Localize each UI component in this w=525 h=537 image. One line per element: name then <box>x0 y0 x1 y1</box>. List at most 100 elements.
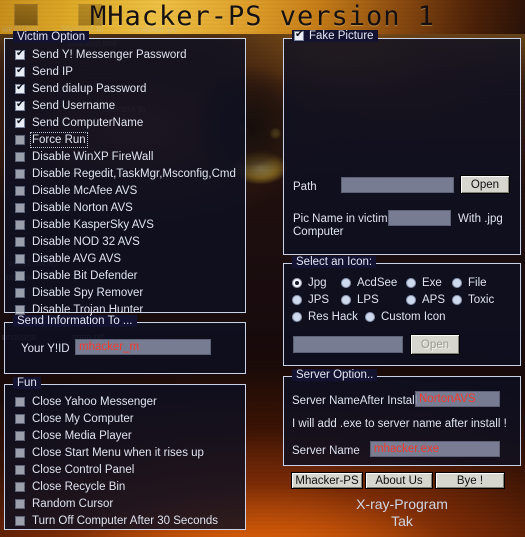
radio-row-lps[interactable]: LPS <box>341 294 379 306</box>
checkbox-row-disable-norton[interactable]: Disable Norton AVS <box>15 202 133 214</box>
radio-jpg[interactable] <box>292 278 302 288</box>
radio-row-exe[interactable]: Exe <box>406 277 442 289</box>
checkbox-label: Send dialup Password <box>32 83 147 95</box>
checkbox-row-close-recycle-bin[interactable]: Close Recycle Bin <box>15 481 125 493</box>
checkbox-row-force-run[interactable]: Force Run <box>15 132 88 148</box>
mhacker-ps-button[interactable]: Mhacker-PS <box>291 472 363 489</box>
open-path-button[interactable]: Open <box>460 175 510 194</box>
checkbox-disable-winxp-firewall[interactable] <box>15 152 25 162</box>
checkbox-close-yahoo-messenger[interactable] <box>15 397 25 407</box>
checkbox-label: Disable NOD 32 AVS <box>32 236 140 248</box>
radio-toxic[interactable] <box>452 295 462 305</box>
radio-row-custom-icon[interactable]: Custom Icon <box>365 311 446 323</box>
checkbox-row-turn-off-computer[interactable]: Turn Off Computer After 30 Seconds <box>15 515 218 527</box>
checkbox-row-random-cursor[interactable]: Random Cursor <box>15 498 113 510</box>
checkbox-label: Disable Regedit,TaskMgr,Msconfig,Cmd <box>32 168 236 180</box>
checkbox-row-disable-nod32[interactable]: Disable NOD 32 AVS <box>15 236 140 248</box>
with-extension-label: With .jpg <box>458 213 503 225</box>
checkbox-force-run[interactable] <box>15 135 25 145</box>
victim-option-title: Victim Option <box>13 31 90 43</box>
checkbox-close-my-computer[interactable] <box>15 414 25 424</box>
checkbox-row-close-yahoo-messenger[interactable]: Close Yahoo Messenger <box>15 396 157 408</box>
about-us-button[interactable]: About Us <box>365 472 433 489</box>
fake-picture-title[interactable]: Fake Picture <box>292 29 378 42</box>
server-name-after-install-input[interactable]: NortonAVS <box>415 391 500 407</box>
checkbox-row-close-start-menu[interactable]: Close Start Menu when it rises up <box>15 447 204 459</box>
radio-row-res-hack[interactable]: Res Hack <box>292 311 358 323</box>
fake-picture-group: Fake Picture Path Open Pic Name in victi… <box>283 29 521 255</box>
radio-row-toxic[interactable]: Toxic <box>452 294 494 306</box>
checkbox-disable-bit-defender[interactable] <box>15 271 25 281</box>
checkbox-disable-regedit-taskmgr[interactable] <box>15 169 25 179</box>
radio-row-jps[interactable]: JPS <box>292 294 329 306</box>
select-icon-title: Select an Icon: <box>292 256 377 268</box>
send-information-group: Send Information To ... Your Y!ID mhacke… <box>4 315 246 374</box>
open-custom-icon-button[interactable]: Open <box>410 334 460 355</box>
checkbox-fake-picture[interactable] <box>294 29 304 41</box>
radio-row-acdsee[interactable]: AcdSee <box>341 277 397 289</box>
yid-input[interactable]: mhacker_m <box>75 339 211 355</box>
checkbox-row-disable-regedit[interactable]: Disable Regedit,TaskMgr,Msconfig,Cmd <box>15 168 236 180</box>
radio-file[interactable] <box>452 278 462 288</box>
server-name-label: Server Name <box>292 445 360 457</box>
checkbox-close-control-panel[interactable] <box>15 465 25 475</box>
checkbox-row-disable-kaspersky[interactable]: Disable KasperSky AVS <box>15 219 154 231</box>
checkbox-send-username[interactable] <box>15 99 25 111</box>
checkbox-disable-norton-avs[interactable] <box>15 203 25 213</box>
checkbox-label: Send ComputerName <box>32 117 144 129</box>
checkbox-disable-nod32-avs[interactable] <box>15 237 25 247</box>
radio-row-aps[interactable]: APS <box>406 294 445 306</box>
radio-row-jpg[interactable]: Jpg <box>292 277 327 289</box>
checkbox-label: Disable AVG AVS <box>32 253 122 265</box>
radio-label: Res Hack <box>308 311 358 323</box>
radio-acdsee[interactable] <box>341 278 351 288</box>
checkbox-row-close-control-panel[interactable]: Close Control Panel <box>15 464 134 476</box>
checkbox-row-disable-winxp-firewall[interactable]: Disable WinXP FireWall <box>15 151 153 163</box>
checkbox-disable-mcafee-avs[interactable] <box>15 186 25 196</box>
radio-row-file[interactable]: File <box>452 277 487 289</box>
radio-label: APS <box>422 294 446 306</box>
checkbox-label: Close My Computer <box>32 413 134 425</box>
path-input[interactable] <box>341 177 454 193</box>
send-information-title: Send Information To ... <box>13 315 137 327</box>
checkbox-disable-spy-remover[interactable] <box>15 288 25 298</box>
victim-option-group: Victim Option Send Y! Messenger Password… <box>4 31 246 316</box>
radio-jps[interactable] <box>292 295 302 305</box>
radio-label: Toxic <box>468 294 495 306</box>
checkbox-disable-trojan-hunter[interactable] <box>15 305 25 315</box>
checkbox-disable-avg-avs[interactable] <box>15 254 25 264</box>
bye-button[interactable]: Bye ! <box>435 472 505 489</box>
checkbox-row-close-media-player[interactable]: Close Media Player <box>15 430 132 442</box>
checkbox-row-send-ip[interactable]: Send IP <box>15 65 73 78</box>
checkbox-row-disable-mcafee[interactable]: Disable McAfee AVS <box>15 185 137 197</box>
picname-input[interactable] <box>388 210 451 226</box>
checkbox-row-send-dialup-password[interactable]: Send dialup Password <box>15 82 147 95</box>
checkbox-send-ym-password[interactable] <box>15 48 25 60</box>
server-name-input[interactable]: mhacker.exe <box>370 441 500 457</box>
checkbox-row-disable-bit-defender[interactable]: Disable Bit Defender <box>15 270 137 282</box>
checkbox-row-close-my-computer[interactable]: Close My Computer <box>15 413 134 425</box>
radio-aps[interactable] <box>406 295 416 305</box>
radio-label: JPS <box>308 294 330 306</box>
checkbox-disable-kaspersky-avs[interactable] <box>15 220 25 230</box>
checkbox-row-disable-avg[interactable]: Disable AVG AVS <box>15 253 121 265</box>
radio-custom-icon[interactable] <box>365 312 375 322</box>
radio-res-hack[interactable] <box>292 312 302 322</box>
checkbox-row-send-ym-password[interactable]: Send Y! Messenger Password <box>15 48 186 61</box>
server-option-title: Server Option.. <box>292 369 378 381</box>
checkbox-turn-off-computer[interactable] <box>15 516 25 526</box>
checkbox-row-send-username[interactable]: Send Username <box>15 99 115 112</box>
checkbox-send-computername[interactable] <box>15 116 25 128</box>
custom-icon-path-input[interactable] <box>293 336 403 353</box>
radio-label: AcdSee <box>357 277 398 289</box>
radio-exe[interactable] <box>406 278 416 288</box>
checkbox-close-recycle-bin[interactable] <box>15 482 25 492</box>
checkbox-random-cursor[interactable] <box>15 499 25 509</box>
checkbox-close-media-player[interactable] <box>15 431 25 441</box>
checkbox-row-disable-spy-remover[interactable]: Disable Spy Remover <box>15 287 143 299</box>
checkbox-row-send-computername[interactable]: Send ComputerName <box>15 116 144 129</box>
checkbox-send-dialup-password[interactable] <box>15 82 25 94</box>
radio-lps[interactable] <box>341 295 351 305</box>
checkbox-close-start-menu[interactable] <box>15 448 25 458</box>
checkbox-send-ip[interactable] <box>15 65 25 77</box>
